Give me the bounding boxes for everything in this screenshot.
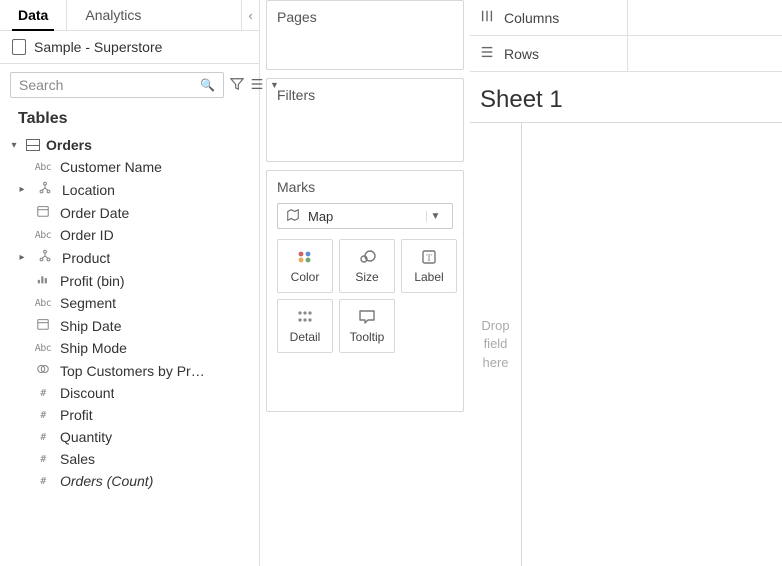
rows-shelf[interactable]: Rows <box>470 36 782 72</box>
field-discount[interactable]: # Discount <box>0 382 259 404</box>
field-order-date[interactable]: Order Date <box>0 201 259 224</box>
type-string-icon: Abc <box>34 162 52 173</box>
type-set-icon <box>34 362 52 379</box>
filters-card[interactable]: Filters <box>266 78 464 162</box>
type-string-icon: Abc <box>34 343 52 354</box>
collapse-sidebar-icon[interactable]: ‹ <box>241 0 259 30</box>
field-customer-name[interactable]: Abc Customer Name <box>0 156 259 178</box>
detail-icon <box>295 308 315 326</box>
chevron-right-icon[interactable]: ▸ <box>16 252 28 263</box>
field-orders-count[interactable]: # Orders (Count) <box>0 470 259 492</box>
tab-analytics[interactable]: Analytics <box>67 0 159 30</box>
marks-size[interactable]: Size <box>339 239 395 293</box>
columns-label: Columns <box>504 10 559 26</box>
field-segment[interactable]: Abc Segment <box>0 292 259 314</box>
fields-list[interactable]: ▾ Orders Abc Customer Name ▸ Location Or… <box>0 134 259 566</box>
size-icon <box>357 248 377 266</box>
marks-label[interactable]: T Label <box>401 239 457 293</box>
tab-data[interactable]: Data <box>0 0 66 30</box>
data-pane: Data Analytics ‹ Sample - Superstore 🔍 ▼… <box>0 0 260 566</box>
color-icon <box>295 248 315 266</box>
search-row: 🔍 ▼ <box>0 64 259 106</box>
row-drop-hint[interactable]: Drop field here <box>470 122 522 566</box>
search-box[interactable]: 🔍 <box>10 72 224 98</box>
datasource-row[interactable]: Sample - Superstore <box>0 31 259 64</box>
table-icon <box>26 139 40 151</box>
field-ship-mode[interactable]: Abc Ship Mode <box>0 337 259 359</box>
columns-drop[interactable] <box>628 0 782 35</box>
type-hierarchy-icon <box>36 181 54 198</box>
mark-type-label: Map <box>308 209 333 224</box>
rows-label: Rows <box>504 46 539 62</box>
dropdown-caret-icon[interactable]: ▼ <box>270 80 279 90</box>
datasource-icon <box>12 39 26 55</box>
type-date-icon <box>34 204 52 221</box>
chevron-down-icon: ▼ <box>426 211 444 222</box>
type-hierarchy-icon <box>36 249 54 266</box>
field-location[interactable]: ▸ Location <box>0 178 259 201</box>
viz-canvas[interactable] <box>522 122 782 566</box>
table-orders[interactable]: ▾ Orders <box>0 134 259 156</box>
tooltip-icon <box>357 308 377 326</box>
side-tabs: Data Analytics ‹ <box>0 0 259 31</box>
viz-area: Drop field here <box>470 122 782 566</box>
marks-card: Marks Map ▼ Color Size T La <box>266 170 464 412</box>
field-profit-bin[interactable]: Profit (bin) <box>0 269 259 292</box>
search-input[interactable] <box>19 77 200 93</box>
columns-icon <box>480 9 494 26</box>
cards-pane: Pages Filters Marks Map ▼ Color S <box>260 0 470 566</box>
field-order-id[interactable]: Abc Order ID <box>0 224 259 246</box>
chevron-right-icon[interactable]: ▸ <box>16 184 28 195</box>
field-quantity[interactable]: # Quantity <box>0 426 259 448</box>
rows-drop[interactable] <box>628 36 782 71</box>
pages-title: Pages <box>267 1 463 33</box>
rows-icon <box>480 45 494 62</box>
field-profit[interactable]: # Profit <box>0 404 259 426</box>
type-bin-icon <box>34 272 52 289</box>
type-string-icon: Abc <box>34 230 52 241</box>
type-date-icon <box>34 317 52 334</box>
sheet-title[interactable]: Sheet 1 <box>470 72 782 122</box>
chevron-down-icon: ▾ <box>8 140 20 151</box>
marks-detail[interactable]: Detail <box>277 299 333 353</box>
field-product[interactable]: ▸ Product <box>0 246 259 269</box>
marks-tooltip[interactable]: Tooltip <box>339 299 395 353</box>
field-top-customers-set[interactable]: Top Customers by Pr… <box>0 359 259 382</box>
filters-title: Filters <box>267 79 463 111</box>
type-number-icon: # <box>34 476 52 487</box>
marks-color[interactable]: Color <box>277 239 333 293</box>
pages-card[interactable]: Pages <box>266 0 464 70</box>
worksheet-pane: Columns Rows Sheet 1 Drop field here <box>470 0 782 566</box>
field-sales[interactable]: # Sales <box>0 448 259 470</box>
tables-heading: Tables <box>0 106 259 134</box>
columns-shelf[interactable]: Columns <box>470 0 782 36</box>
type-string-icon: Abc <box>34 298 52 309</box>
table-name: Orders <box>46 137 92 153</box>
view-list-icon[interactable] <box>250 77 264 94</box>
type-number-icon: # <box>34 432 52 443</box>
filter-icon[interactable] <box>230 77 244 94</box>
type-number-icon: # <box>34 454 52 465</box>
label-icon: T <box>419 248 439 266</box>
svg-text:T: T <box>426 253 432 263</box>
map-icon <box>286 208 300 225</box>
datasource-name: Sample - Superstore <box>34 39 162 55</box>
type-number-icon: # <box>34 388 52 399</box>
type-number-icon: # <box>34 410 52 421</box>
search-icon: 🔍 <box>200 78 215 92</box>
marks-title: Marks <box>267 171 463 203</box>
field-ship-date[interactable]: Ship Date <box>0 314 259 337</box>
mark-type-dropdown[interactable]: Map ▼ <box>277 203 453 229</box>
